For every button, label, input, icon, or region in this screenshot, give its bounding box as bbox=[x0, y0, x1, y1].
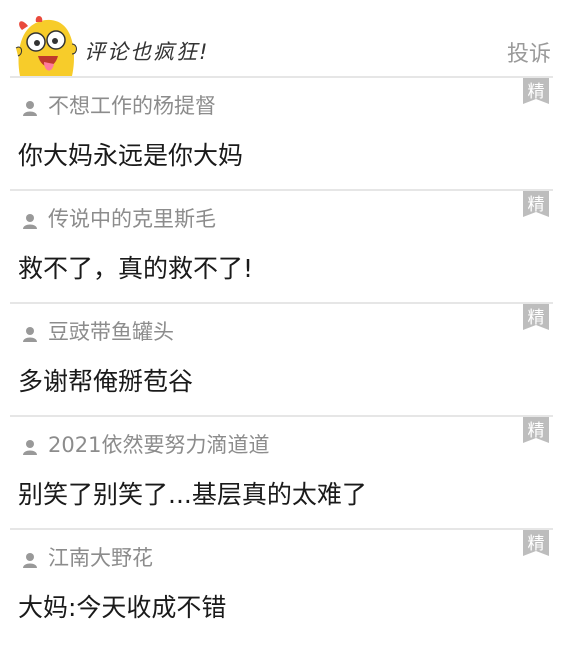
featured-badge-icon: 精 bbox=[523, 530, 549, 556]
comment-item: 精 江南大野花 大妈:今天收成不错 bbox=[10, 528, 563, 641]
comment-user-row: 传说中的克里斯毛 bbox=[22, 203, 216, 233]
comment-text: 别笑了别笑了...基层真的太难了 bbox=[18, 480, 367, 509]
featured-badge-icon: 精 bbox=[523, 304, 549, 330]
comment-username[interactable]: 豆豉带鱼罐头 bbox=[48, 316, 174, 346]
comment-username[interactable]: 不想工作的杨提督 bbox=[48, 90, 216, 120]
comment-text: 救不了，真的救不了! bbox=[18, 254, 254, 283]
svg-text:精: 精 bbox=[528, 421, 545, 441]
comment-user-row: 豆豉带鱼罐头 bbox=[22, 316, 174, 346]
divider bbox=[10, 76, 553, 78]
mascot-icon bbox=[15, 16, 77, 76]
user-icon bbox=[23, 440, 37, 455]
featured-badge-icon: 精 bbox=[523, 191, 549, 217]
comment-item: 精 不想工作的杨提督 你大妈永远是你大妈 bbox=[10, 76, 563, 189]
comment-item: 精 传说中的克里斯毛 救不了，真的救不了! bbox=[10, 189, 563, 302]
comment-item: 精 2021依然要努力滴道道 别笑了别笑了...基层真的太难了 bbox=[10, 415, 563, 528]
comment-user-row: 不想工作的杨提督 bbox=[22, 90, 216, 120]
comment-username[interactable]: 2021依然要努力滴道道 bbox=[48, 429, 269, 459]
comment-text: 多谢帮俺掰苞谷 bbox=[18, 367, 194, 396]
divider bbox=[10, 528, 553, 530]
comment-username[interactable]: 传说中的克里斯毛 bbox=[48, 203, 216, 233]
svg-text:精: 精 bbox=[528, 82, 545, 102]
section-title: 评论也疯狂! bbox=[84, 40, 210, 64]
user-icon bbox=[23, 214, 37, 229]
user-icon bbox=[23, 101, 37, 116]
comment-item: 精 豆豉带鱼罐头 多谢帮俺掰苞谷 bbox=[10, 302, 563, 415]
comment-text: 你大妈永远是你大妈 bbox=[18, 141, 244, 170]
svg-text:精: 精 bbox=[528, 308, 545, 328]
user-icon bbox=[23, 553, 37, 568]
comment-user-row: 2021依然要努力滴道道 bbox=[22, 429, 269, 459]
comment-user-row: 江南大野花 bbox=[22, 542, 153, 572]
comment-username[interactable]: 江南大野花 bbox=[48, 542, 153, 572]
svg-text:精: 精 bbox=[528, 195, 545, 215]
divider bbox=[10, 302, 553, 304]
featured-badge-icon: 精 bbox=[523, 78, 549, 104]
comment-text: 大妈:今天收成不错 bbox=[18, 593, 227, 622]
user-icon bbox=[23, 327, 37, 342]
comments-header: 评论也疯狂! 投诉 bbox=[0, 0, 563, 76]
report-button[interactable]: 投诉 bbox=[507, 36, 551, 68]
divider bbox=[10, 189, 553, 191]
svg-text:精: 精 bbox=[528, 534, 545, 554]
featured-badge-icon: 精 bbox=[523, 417, 549, 443]
divider bbox=[10, 415, 553, 417]
